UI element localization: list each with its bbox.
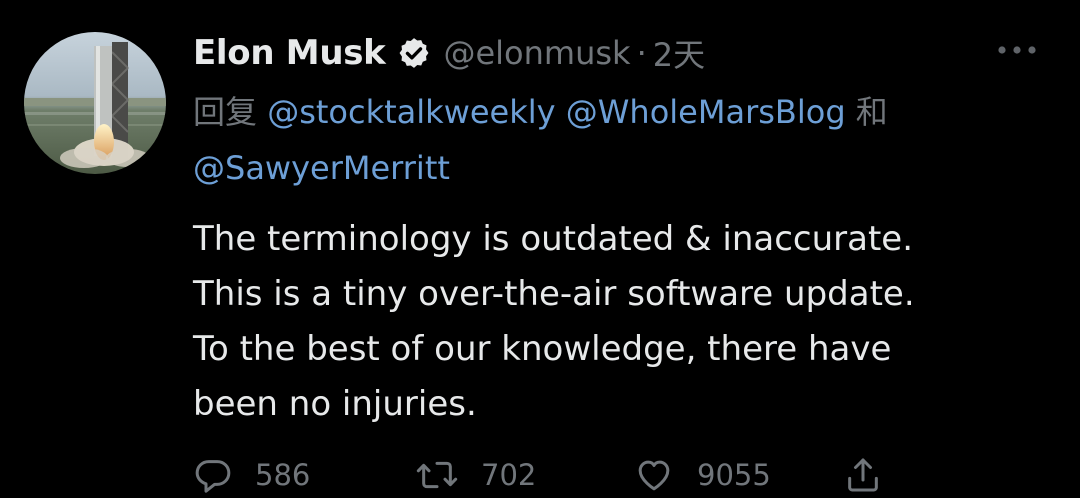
tweet[interactable]: Elon Musk @elonmusk · 2天 回复 @stocktalkwe… [0, 0, 1080, 497]
retweet-count: 702 [481, 458, 537, 492]
like-button[interactable]: 9055 [633, 452, 771, 498]
mention-link[interactable]: @stocktalkweekly [267, 93, 555, 131]
retweet-icon [416, 461, 458, 489]
reply-icon [195, 460, 231, 493]
tweet-actions: 586 702 9055 [193, 452, 1053, 498]
share-icon [848, 458, 878, 492]
share-button[interactable] [843, 452, 883, 498]
replying-to: 回复 @stocktalkweekly @WholeMarsBlog 和 @Sa… [193, 84, 1053, 196]
mention-link[interactable]: @SawyerMerritt [193, 149, 450, 187]
reply-count: 586 [255, 458, 311, 492]
author-display-name[interactable]: Elon Musk [193, 33, 386, 73]
rocket-photo-avatar [24, 32, 166, 174]
retweet-button[interactable]: 702 [415, 452, 536, 498]
more-dots-icon [998, 46, 1036, 54]
heart-icon [638, 460, 670, 491]
mention-link[interactable]: @WholeMarsBlog [566, 93, 846, 131]
like-count: 9055 [697, 458, 771, 492]
more-options-button[interactable] [996, 40, 1038, 60]
avatar[interactable] [24, 32, 166, 174]
reply-button[interactable]: 586 [193, 452, 310, 498]
tweet-header: Elon Musk @elonmusk · 2天 [193, 28, 705, 78]
tweet-text: The terminology is outdated & inaccurate… [193, 219, 915, 424]
reply-conjunction: 和 [855, 93, 888, 131]
reply-prefix: 回复 [193, 93, 258, 131]
author-handle[interactable]: @elonmusk [443, 34, 630, 72]
tweet-timestamp[interactable]: 2天 [653, 30, 705, 76]
separator-dot: · [636, 34, 647, 72]
verified-badge-icon [397, 36, 431, 70]
